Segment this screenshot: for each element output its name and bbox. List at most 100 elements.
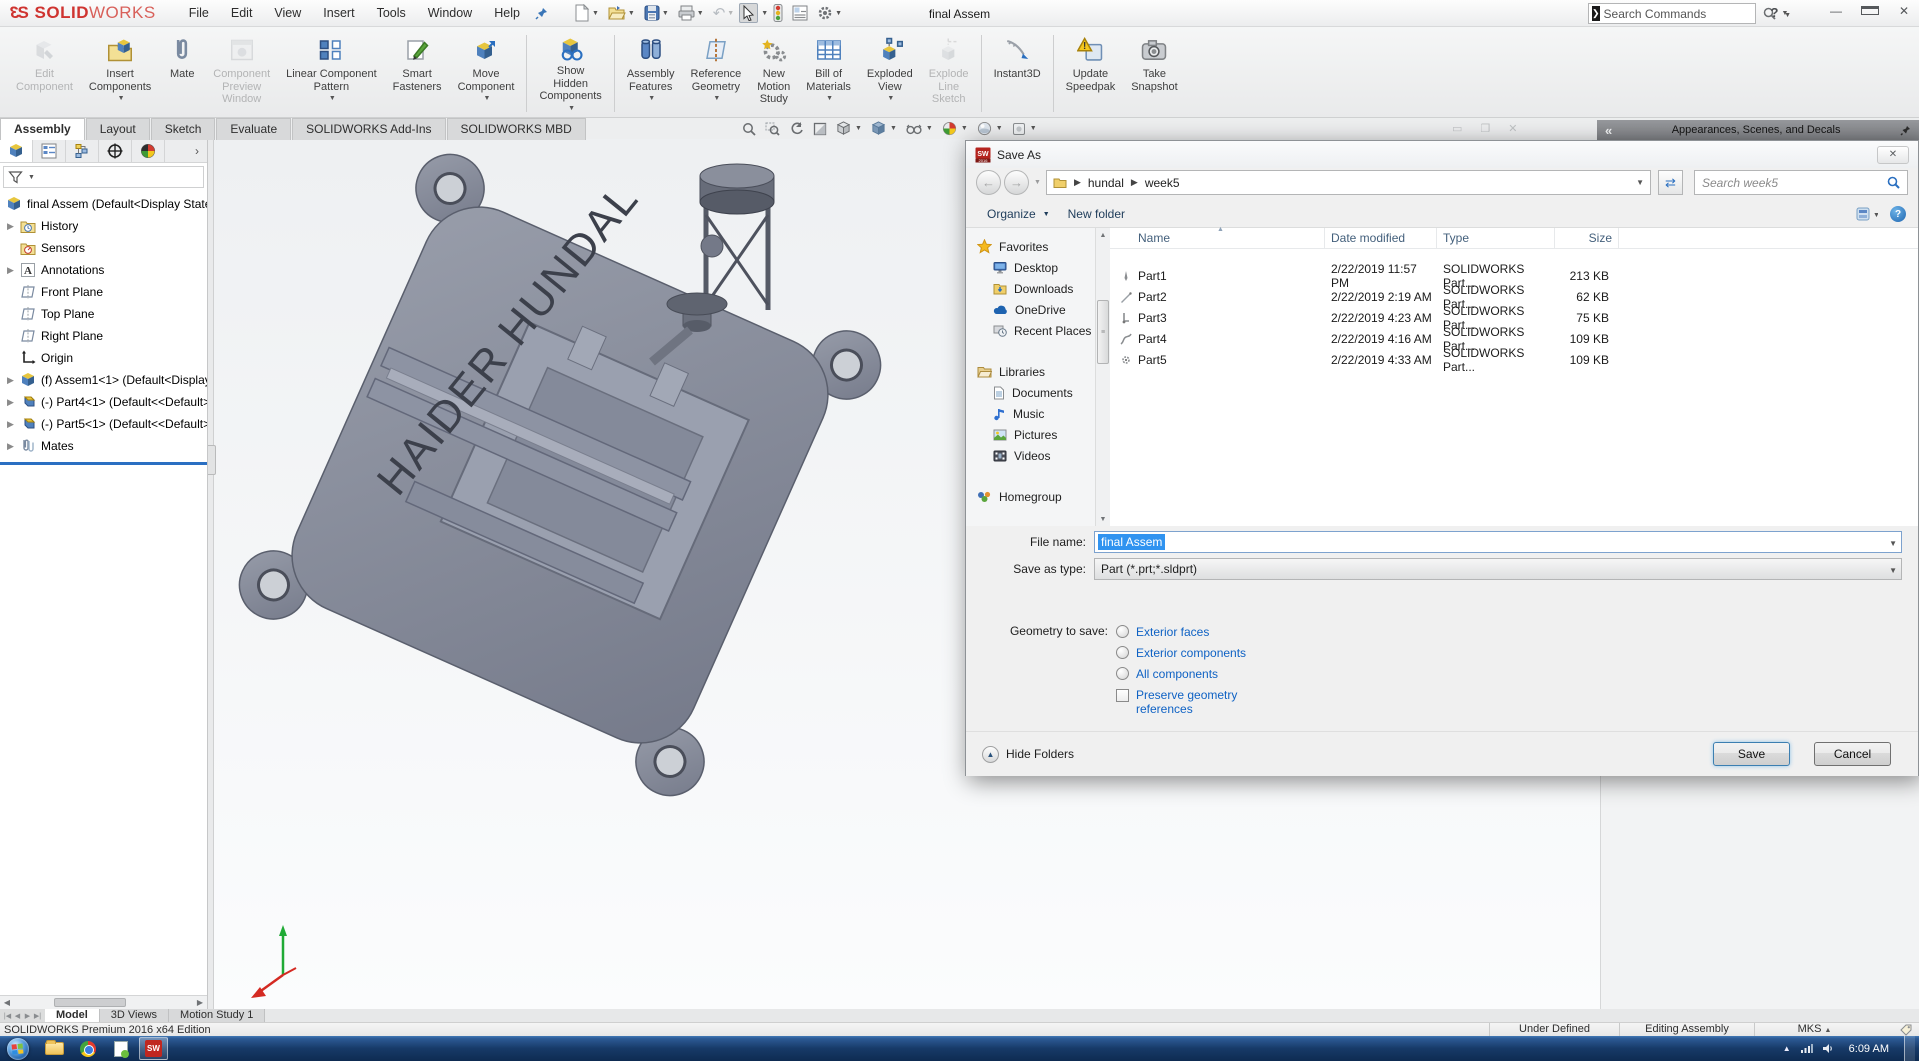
menu-view[interactable]: View	[263, 1, 312, 25]
assembly-features-button[interactable]: Assembly Features▼	[619, 32, 683, 115]
tree-item-annotations[interactable]: ▶ A Annotations	[0, 259, 207, 281]
zoom-to-area-icon[interactable]	[765, 122, 780, 136]
nav-homegroup[interactable]: Homegroup	[973, 486, 1095, 507]
instant3d-button[interactable]: Instant3D	[986, 32, 1049, 115]
clock[interactable]: 6:09 AM	[1843, 1043, 1895, 1055]
dialog-help-icon[interactable]: ?	[1890, 206, 1906, 222]
tab-display-manager[interactable]	[132, 139, 165, 162]
nav-pane-scrollbar[interactable]: ▲ ≡ ▼	[1095, 228, 1110, 526]
section-view-icon[interactable]	[813, 122, 827, 136]
restore-button[interactable]	[1861, 4, 1879, 18]
display-style-icon[interactable]: ▼	[871, 121, 897, 136]
take-snapshot-button[interactable]: Take Snapshot	[1123, 32, 1185, 115]
tab-3d-views[interactable]: 3D Views	[100, 1009, 169, 1022]
tab-layout[interactable]: Layout	[86, 118, 150, 140]
tree-item-origin[interactable]: Origin	[0, 347, 207, 369]
column-type[interactable]: Type	[1437, 228, 1555, 248]
checkbox-preserve-geometry[interactable]: Preserve geometryreferences	[1116, 688, 1246, 716]
nav-libraries[interactable]: Libraries	[973, 361, 1095, 382]
nav-recent-places[interactable]: Recent Places	[973, 320, 1095, 341]
tab-configuration-manager[interactable]	[66, 139, 99, 162]
column-size[interactable]: Size	[1555, 228, 1619, 248]
doc-restore-icon[interactable]: ❐	[1480, 122, 1490, 135]
taskbar-notepad-icon[interactable]	[106, 1037, 135, 1060]
open-document-button[interactable]: ▼	[604, 5, 639, 21]
tab-property-manager[interactable]	[33, 139, 66, 162]
back-button[interactable]: ←	[976, 170, 1001, 195]
show-hidden-components-button[interactable]: Show Hidden Components▼	[531, 32, 609, 115]
search-commands-input[interactable]	[1604, 7, 1759, 21]
linear-component-pattern-button[interactable]: Linear Component Pattern▼	[278, 32, 385, 115]
tab-assembly[interactable]: Assembly	[0, 118, 85, 140]
tree-item-right-plane[interactable]: Right Plane	[0, 325, 207, 347]
close-button[interactable]: ✕	[1895, 4, 1913, 18]
menu-window[interactable]: Window	[417, 1, 483, 25]
insert-components-button[interactable]: Insert Components▼	[81, 32, 159, 115]
radio-exterior-faces[interactable]: Exterior faces	[1116, 621, 1246, 642]
menu-edit[interactable]: Edit	[220, 1, 264, 25]
file-name-input[interactable]: final Assem▼	[1094, 531, 1902, 553]
tab-scroll-arrows[interactable]: |◀◀▶▶|	[0, 1009, 45, 1022]
file-name-dropdown-icon[interactable]: ▼	[1889, 539, 1897, 548]
move-component-button[interactable]: Move Component▼	[450, 32, 523, 115]
menu-help[interactable]: Help	[483, 1, 531, 25]
reference-geometry-button[interactable]: Reference Geometry▼	[683, 32, 750, 115]
hide-show-items-icon[interactable]: ▼	[906, 123, 933, 135]
taskbar-explorer-icon[interactable]	[40, 1037, 69, 1060]
dialog-title-bar[interactable]: SW2016 Save As ✕	[966, 141, 1918, 168]
tab-solidworks-add-ins[interactable]: SOLIDWORKS Add-Ins	[292, 118, 445, 140]
pin-menu-icon[interactable]	[535, 7, 548, 20]
previous-view-icon[interactable]	[789, 122, 804, 136]
nav-desktop[interactable]: Desktop	[973, 257, 1095, 278]
new-document-button[interactable]: ▼	[570, 4, 603, 22]
edit-appearance-icon[interactable]: ▼	[942, 121, 968, 136]
nav-downloads[interactable]: Downloads	[973, 278, 1095, 299]
show-hidden-icons-button[interactable]: ▲	[1783, 1044, 1791, 1053]
print-button[interactable]: ▼	[674, 5, 708, 21]
tray-network-icon[interactable]	[1800, 1043, 1813, 1054]
tab-dimxpert[interactable]	[99, 139, 132, 162]
new-folder-button[interactable]: New folder	[1059, 204, 1134, 224]
nav-videos[interactable]: Videos	[973, 445, 1095, 466]
search-commands-box[interactable]: ❯ ▼	[1588, 3, 1756, 24]
refresh-button[interactable]: ⇄	[1658, 170, 1683, 195]
filter-dropdown-icon[interactable]: ▼	[28, 174, 35, 181]
tray-volume-icon[interactable]	[1822, 1043, 1834, 1054]
address-breadcrumb-bar[interactable]: ▶ hundal ▶ week5 ▼	[1046, 170, 1651, 195]
status-tag-icon[interactable]	[1900, 1024, 1913, 1036]
apply-scene-icon[interactable]: ▼	[977, 121, 1003, 136]
select-tool-button[interactable]	[739, 3, 758, 23]
nav-pictures[interactable]: Pictures	[973, 424, 1095, 445]
rebuild-button[interactable]	[769, 4, 787, 22]
tree-item-assem1[interactable]: ▶ (f) Assem1<1> (Default<Display State-1	[0, 369, 207, 391]
search-week5-input[interactable]	[1702, 176, 1887, 190]
save-confirm-button[interactable]: Save	[1713, 742, 1790, 766]
search-box[interactable]	[1694, 170, 1908, 195]
column-date-modified[interactable]: Date modified	[1325, 228, 1437, 248]
nav-onedrive[interactable]: OneDrive	[973, 299, 1095, 320]
tree-item-history[interactable]: ▶ History	[0, 215, 207, 237]
save-button[interactable]: ▼	[640, 5, 673, 21]
rollback-bar[interactable]	[0, 462, 207, 465]
exploded-view-button[interactable]: Exploded View▼	[859, 32, 921, 115]
view-settings-icon[interactable]: ▼	[1012, 122, 1037, 136]
doc-minimize-icon[interactable]: ▭	[1452, 122, 1462, 135]
collapse-task-pane-icon[interactable]: «	[1597, 123, 1620, 138]
update-speedpak-button[interactable]: !Update Speedpak	[1058, 32, 1124, 115]
tree-item-part4[interactable]: ▶ (-) Part4<1> (Default<<Default>_Displa	[0, 391, 207, 413]
file-row-part5[interactable]: Part5 2/22/2019 4:33 AM SOLIDWORKS Part.…	[1110, 349, 1918, 370]
address-history-dropdown-icon[interactable]: ▼	[1636, 178, 1644, 187]
tree-root[interactable]: final Assem (Default<Display State-1>)	[0, 193, 207, 215]
save-as-type-select[interactable]: Part (*.prt;*.sldprt)▼	[1094, 558, 1902, 580]
tab-feature-tree[interactable]	[0, 139, 33, 162]
file-properties-button[interactable]	[788, 5, 812, 21]
zoom-to-fit-icon[interactable]	[742, 122, 756, 136]
panel-splitter[interactable]	[208, 139, 214, 1009]
tree-item-front-plane[interactable]: Front Plane	[0, 281, 207, 303]
panel-horizontal-scrollbar[interactable]: ◀ ▶	[0, 995, 207, 1009]
start-button[interactable]	[7, 1038, 29, 1060]
radio-icon[interactable]	[1116, 625, 1129, 638]
column-name[interactable]: ▲Name	[1110, 228, 1325, 248]
tree-item-sensors[interactable]: Sensors	[0, 237, 207, 259]
cancel-button[interactable]: Cancel	[1814, 742, 1891, 766]
